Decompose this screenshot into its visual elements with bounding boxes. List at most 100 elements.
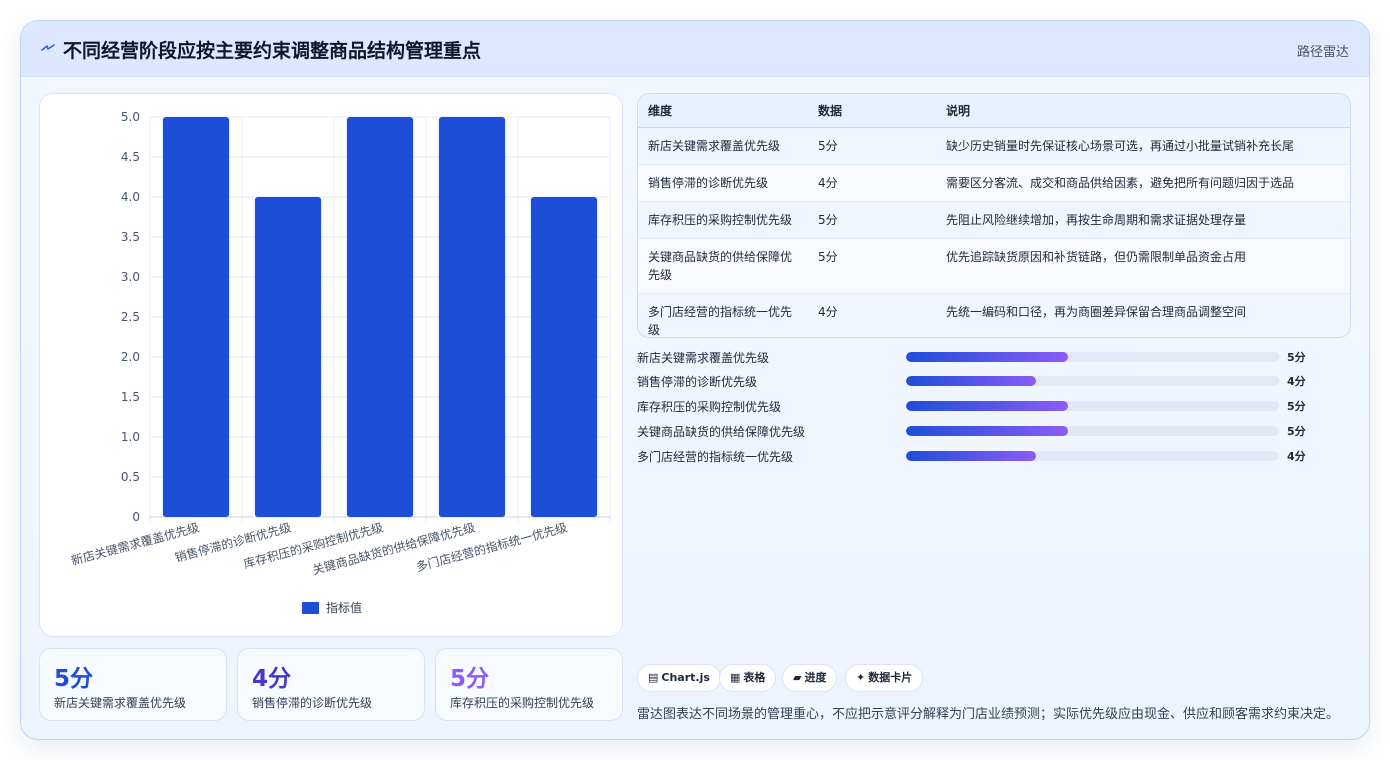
- data-table: 维度 数据 说明 新店关键需求覆盖优先级 5分 缺少历史销量时先保证核心场景可选…: [637, 93, 1351, 338]
- progress-label: 新店关键需求覆盖优先级: [637, 351, 770, 365]
- progress-fill: [906, 451, 1036, 461]
- progress-row: 销售停滞的诊断优先级 4分: [637, 371, 1351, 391]
- table-cell: 4分: [808, 293, 936, 337]
- lightning-icon: [41, 44, 55, 51]
- table-cell: 5分: [808, 201, 936, 239]
- y-tick-label: 2.0: [121, 350, 140, 364]
- y-tick-label: 3.0: [121, 270, 140, 284]
- pill-progress[interactable]: ▰ 进度: [782, 664, 838, 692]
- y-tick-label: 2.5: [121, 310, 140, 324]
- table-cell: 先统一编码和口径，再为商圈差异保留合理商品调整空间: [936, 293, 1350, 337]
- table-cell: 关键商品缺货的供给保障优先级: [638, 238, 808, 294]
- table-cell: 多门店经营的指标统一优先级: [638, 293, 808, 337]
- pill-label: Chart.js: [661, 671, 710, 684]
- stat-label: 库存积压的采购控制优先级: [450, 696, 595, 710]
- progress-value: 4分: [1287, 450, 1306, 463]
- progress-fill: [906, 401, 1068, 411]
- x-tick-label: 关键商品缺货的供给保障优先级: [311, 519, 477, 577]
- bar: [254, 197, 322, 517]
- y-tick-label: 1.5: [121, 390, 140, 404]
- table-cell: 先阻止风险继续增加，再按生命周期和需求证据处理存量: [936, 201, 1350, 239]
- legend-label: 指标值: [326, 600, 362, 615]
- stat-value: 4分: [252, 666, 292, 692]
- stat-value: 5分: [54, 666, 94, 692]
- y-tick-label: 0: [132, 510, 140, 524]
- progress-value: 5分: [1287, 425, 1306, 438]
- y-tick-label: 3.5: [121, 230, 140, 244]
- column-header: 维度: [638, 94, 808, 128]
- bar: [346, 117, 414, 517]
- progress-track: [906, 376, 1279, 386]
- y-tick-label: 5.0: [121, 110, 140, 124]
- dashboard-card: 不同经营阶段应按主要约束调整商品结构管理重点 路径雷达 0 0.5 1.0 1.5 2.…: [20, 20, 1370, 740]
- header-bar: 不同经营阶段应按主要约束调整商品结构管理重点 路径雷达: [21, 21, 1369, 77]
- progress-fill: [906, 352, 1068, 362]
- chart-icon: ▤: [648, 671, 659, 684]
- table-row: 关键商品缺货的供给保障优先级 5分 优先追踪缺货原因和补货链路，但仍需限制单品资…: [638, 238, 1350, 294]
- table-header-row: 维度 数据 说明: [638, 94, 1350, 128]
- y-tick-label: 4.5: [121, 150, 140, 164]
- progress-row: 库存积压的采购控制优先级 5分: [637, 396, 1351, 416]
- progress-value: 5分: [1287, 400, 1306, 413]
- table-cell: 库存积压的采购控制优先级: [638, 201, 808, 239]
- header-tag: 路径雷达: [1296, 45, 1349, 60]
- progress-value: 4分: [1287, 375, 1306, 388]
- pill-label: 进度: [804, 671, 827, 684]
- table-cell: 新店关键需求覆盖优先级: [638, 127, 808, 165]
- progress-track: [906, 426, 1279, 436]
- pill-chartjs[interactable]: ▤ Chart.js: [637, 664, 721, 692]
- pill-data-card[interactable]: ✦ 数据卡片: [845, 664, 924, 692]
- progress-fill: [906, 376, 1036, 386]
- y-tick-label: 4.0: [121, 190, 140, 204]
- progress-list: 新店关键需求覆盖优先级 5分 销售停滞的诊断优先级 4分 库存积压的采购控制优先…: [637, 347, 1351, 477]
- table-cell: 4分: [808, 164, 936, 202]
- progress-track: [906, 401, 1279, 411]
- table-row: 销售停滞的诊断优先级 4分 需要区分客流、成交和商品供给因素，避免把所有问题归因…: [638, 164, 1350, 202]
- table-cell: 优先追踪缺货原因和补货链路，但仍需限制单品资金占用: [936, 238, 1350, 294]
- progress-fill: [906, 426, 1068, 436]
- footnote: 雷达图表达不同场景的管理重心，不应把示意评分解释为门店业绩预测；实际优先级应由现…: [637, 707, 1340, 722]
- page-title: 不同经营阶段应按主要约束调整商品结构管理重点: [63, 40, 482, 62]
- bar: [530, 197, 598, 517]
- progress-label: 多门店经营的指标统一优先级: [637, 450, 794, 464]
- progress-label: 关键商品缺货的供给保障优先级: [637, 425, 806, 439]
- table-cell: 5分: [808, 127, 936, 165]
- stat-card-3: 5分 库存积压的采购控制优先级: [435, 648, 623, 721]
- legend-swatch: [302, 602, 319, 614]
- pill-label: 表格: [743, 671, 766, 684]
- table-cell: 需要区分客流、成交和商品供给因素，避免把所有问题归因于选品: [936, 164, 1350, 202]
- table-cell: 5分: [808, 238, 936, 294]
- pill-label: 数据卡片: [868, 671, 913, 684]
- progress-row: 新店关键需求覆盖优先级 5分: [637, 347, 1351, 367]
- progress-value: 5分: [1287, 351, 1306, 364]
- table-row: 多门店经营的指标统一优先级 4分 先统一编码和口径，再为商圈差异保留合理商品调整…: [638, 293, 1350, 337]
- x-tick-label: 多门店经营的指标统一优先级: [414, 519, 569, 574]
- stat-card-1: 5分 新店关键需求覆盖优先级: [39, 648, 227, 721]
- progress-row: 多门店经营的指标统一优先级 4分: [637, 446, 1351, 466]
- progress-track: [906, 451, 1279, 461]
- bar-chart-panel: 0 0.5 1.0 1.5 2.0 2.5 3.0 3.5 4.0 4.5 5.0 新店关键需求覆盖优…: [39, 93, 623, 637]
- stat-label: 新店关键需求覆盖优先级: [54, 696, 187, 710]
- stat-value: 5分: [450, 666, 490, 692]
- table-cell: 缺少历史销量时先保证核心场景可选，再通过小批量试销补充长尾: [936, 127, 1350, 165]
- progress-row: 关键商品缺货的供给保障优先级 5分: [637, 421, 1351, 441]
- stat-card-2: 4分 销售停滞的诊断优先级: [237, 648, 425, 721]
- bar: [438, 117, 506, 517]
- column-header: 说明: [936, 94, 1350, 128]
- pill-table[interactable]: ▦ 表格: [719, 664, 777, 692]
- table-row: 库存积压的采购控制优先级 5分 先阻止风险继续增加，再按生命周期和需求证据处理存…: [638, 201, 1350, 239]
- progress-icon: ▰: [793, 671, 802, 684]
- table-row: 新店关键需求覆盖优先级 5分 缺少历史销量时先保证核心场景可选，再通过小批量试销…: [638, 127, 1350, 165]
- progress-track: [906, 352, 1279, 362]
- column-header: 数据: [808, 94, 936, 128]
- sparkle-icon: ✦: [856, 671, 866, 684]
- stat-label: 销售停滞的诊断优先级: [252, 696, 373, 710]
- bar: [162, 117, 230, 517]
- progress-label: 库存积压的采购控制优先级: [637, 400, 782, 414]
- table-cell: 销售停滞的诊断优先级: [638, 164, 808, 202]
- bar-chart: 00.51.01.52.02.53.03.54.04.55.0新店关键需求覆盖优…: [69, 110, 611, 615]
- table-icon: ▦: [730, 671, 741, 684]
- y-tick-label: 0.5: [121, 470, 140, 484]
- progress-label: 销售停滞的诊断优先级: [637, 375, 758, 389]
- y-tick-label: 1.0: [121, 430, 140, 444]
